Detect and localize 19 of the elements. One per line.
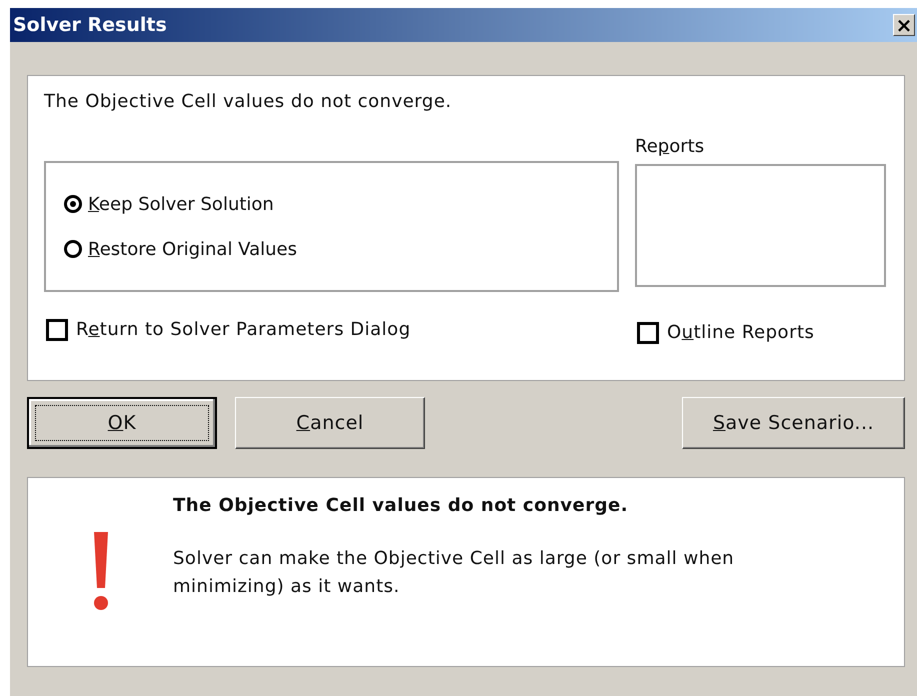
radio-label[interactable]: Keep Solver Solution (88, 190, 274, 218)
radio-button[interactable] (64, 240, 82, 258)
radio-button[interactable] (64, 195, 82, 213)
dialog-button[interactable]: OK (27, 397, 217, 449)
info-heading: The Objective Cell values do not converge. (173, 494, 630, 518)
reports-label: Reports (635, 135, 706, 159)
checkbox-label[interactable]: Return to Solver Parameters Dialog (76, 316, 411, 343)
message-text: The Objective Cell values do not converge. (44, 90, 453, 114)
exclamation-icon (92, 532, 110, 612)
dialog-button[interactable]: Cancel (235, 397, 425, 449)
window-title: Solver Results (13, 12, 167, 38)
reports-list[interactable] (635, 164, 886, 287)
radio-label[interactable]: Restore Original Values (88, 236, 297, 262)
close-button[interactable]: × (893, 14, 915, 36)
dialog-button[interactable]: Save Scenario... (682, 397, 905, 449)
info-body: Solver can make the Objective Cell as large (or small when minimizing) as it wants. (173, 547, 736, 599)
checkbox-label[interactable]: Outline Reports (667, 319, 814, 346)
checkbox[interactable] (637, 322, 659, 344)
checkbox[interactable] (46, 318, 68, 340)
